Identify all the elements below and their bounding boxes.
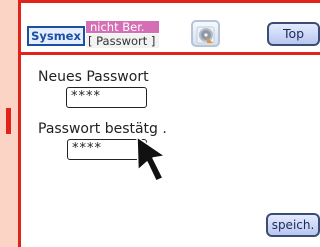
left-edge-marker (6, 108, 11, 134)
mouse-cursor-icon (136, 136, 166, 182)
sysmex-logo: Sysmex (27, 26, 85, 46)
status-indicator: nicht Ber. (86, 21, 159, 33)
disc-icon (196, 26, 215, 44)
new-password-label: Neues Passwort (38, 69, 149, 85)
top-button[interactable]: Top (267, 22, 320, 46)
save-button[interactable]: speich. (266, 213, 320, 237)
header-divider (18, 52, 320, 55)
screen-title: [ Passwort ] (86, 34, 159, 48)
new-password-field[interactable]: **** (66, 87, 147, 108)
disc-button[interactable] (191, 20, 220, 47)
confirm-password-label: Passwort bestätg . (38, 121, 167, 137)
